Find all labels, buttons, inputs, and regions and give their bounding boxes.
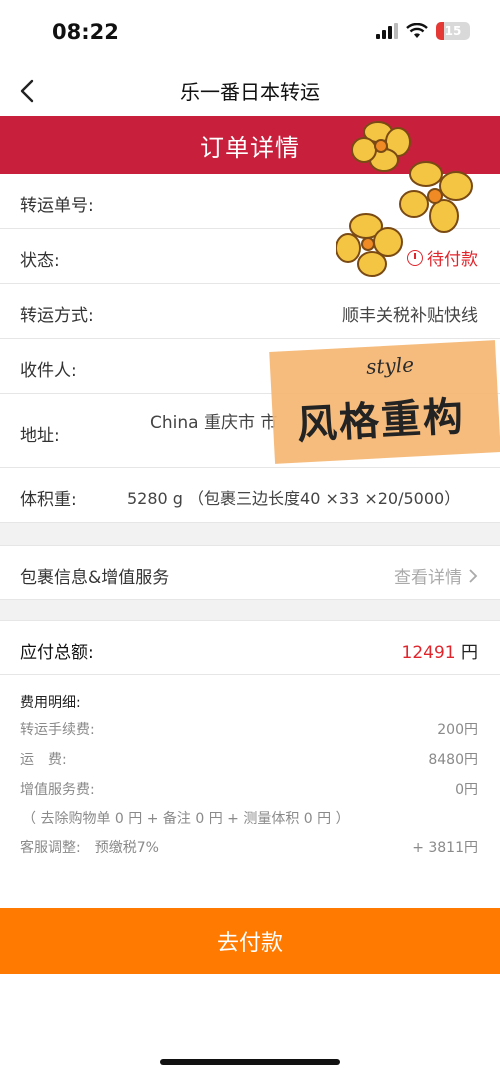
section-divider	[0, 600, 500, 620]
total-amount-number: 12491	[401, 643, 456, 663]
status-bar: 08:22 15	[0, 0, 500, 66]
style-sticker: style 风格重构	[269, 340, 500, 464]
battery-level: 15	[444, 24, 462, 38]
fee-value: 0円	[455, 782, 478, 798]
tracking-number-label: 转运单号:	[20, 196, 94, 216]
fee-row-value-added: 增值服务费: 0円	[20, 779, 478, 799]
status-time: 08:22	[52, 20, 119, 44]
sticker-small-text: style	[365, 352, 415, 379]
banner-title: 订单详情	[200, 133, 300, 162]
fee-note: （ 去除购物单 0 円 + 备注 0 円 + 测量体积 0 円 ）	[22, 811, 350, 827]
home-indicator	[160, 1059, 340, 1065]
wifi-icon	[406, 23, 428, 38]
chevron-right-icon	[469, 568, 478, 583]
fee-row-handling: 转运手续费: 200円	[20, 719, 478, 739]
package-info-row[interactable]: 包裹信息&增值服务 查看详情	[0, 545, 500, 600]
fee-label: 转运手续费:	[20, 722, 95, 738]
status-label: 状态:	[20, 251, 60, 271]
volume-weight-value: 5280 g （包裹三边长度40 ×33 ×20/5000）	[127, 489, 461, 508]
volume-weight-label: 体积重:	[20, 490, 77, 510]
volume-weight-row: 体积重: 5280 g （包裹三边长度40 ×33 ×20/5000）	[0, 468, 500, 523]
shipping-method-label: 转运方式:	[20, 306, 94, 326]
fee-label: 运 费:	[20, 752, 67, 768]
view-details-link[interactable]: 查看详情	[394, 563, 478, 588]
package-info-label: 包裹信息&增值服务	[20, 568, 170, 588]
sticker-big-text: 风格重构	[295, 393, 467, 449]
battery-icon: 15	[436, 22, 470, 40]
adjustment-label: 客服调整: 预缴税7%	[20, 840, 159, 856]
adjustment-value: + 3811円	[412, 840, 478, 856]
total-amount-value: 12491 円	[402, 638, 479, 663]
address-label: 地址:	[20, 426, 60, 446]
section-divider	[0, 523, 500, 545]
status-icons: 15	[376, 22, 470, 40]
pay-button[interactable]: 去付款	[0, 908, 500, 974]
fee-value: 8480円	[428, 752, 478, 768]
fee-label: 增值服务费:	[20, 782, 95, 798]
fee-row-adjustment: 客服调整: 预缴税7% + 3811円	[20, 837, 478, 857]
total-amount-unit: 円	[461, 643, 478, 663]
recipient-label: 收件人:	[20, 361, 77, 381]
flower-sticker-icon	[336, 121, 473, 277]
fee-value: 200円	[437, 722, 478, 738]
nav-bar: 乐一番日本转运	[0, 66, 500, 116]
view-details-label: 查看详情	[394, 568, 462, 588]
fee-breakdown-title: 费用明细:	[20, 695, 81, 711]
address-value: China 重庆市 市	[150, 413, 278, 433]
total-amount-row: 应付总额: 12491 円	[0, 620, 500, 675]
total-amount-label: 应付总额:	[20, 643, 94, 663]
shipping-method-value: 顺丰关税补贴快线	[342, 306, 478, 326]
fee-row-shipping: 运 费: 8480円	[20, 749, 478, 769]
signal-icon	[376, 23, 398, 39]
page-title: 乐一番日本转运	[180, 80, 320, 104]
shipping-method-row: 转运方式: 顺丰关税补贴快线	[0, 284, 500, 339]
